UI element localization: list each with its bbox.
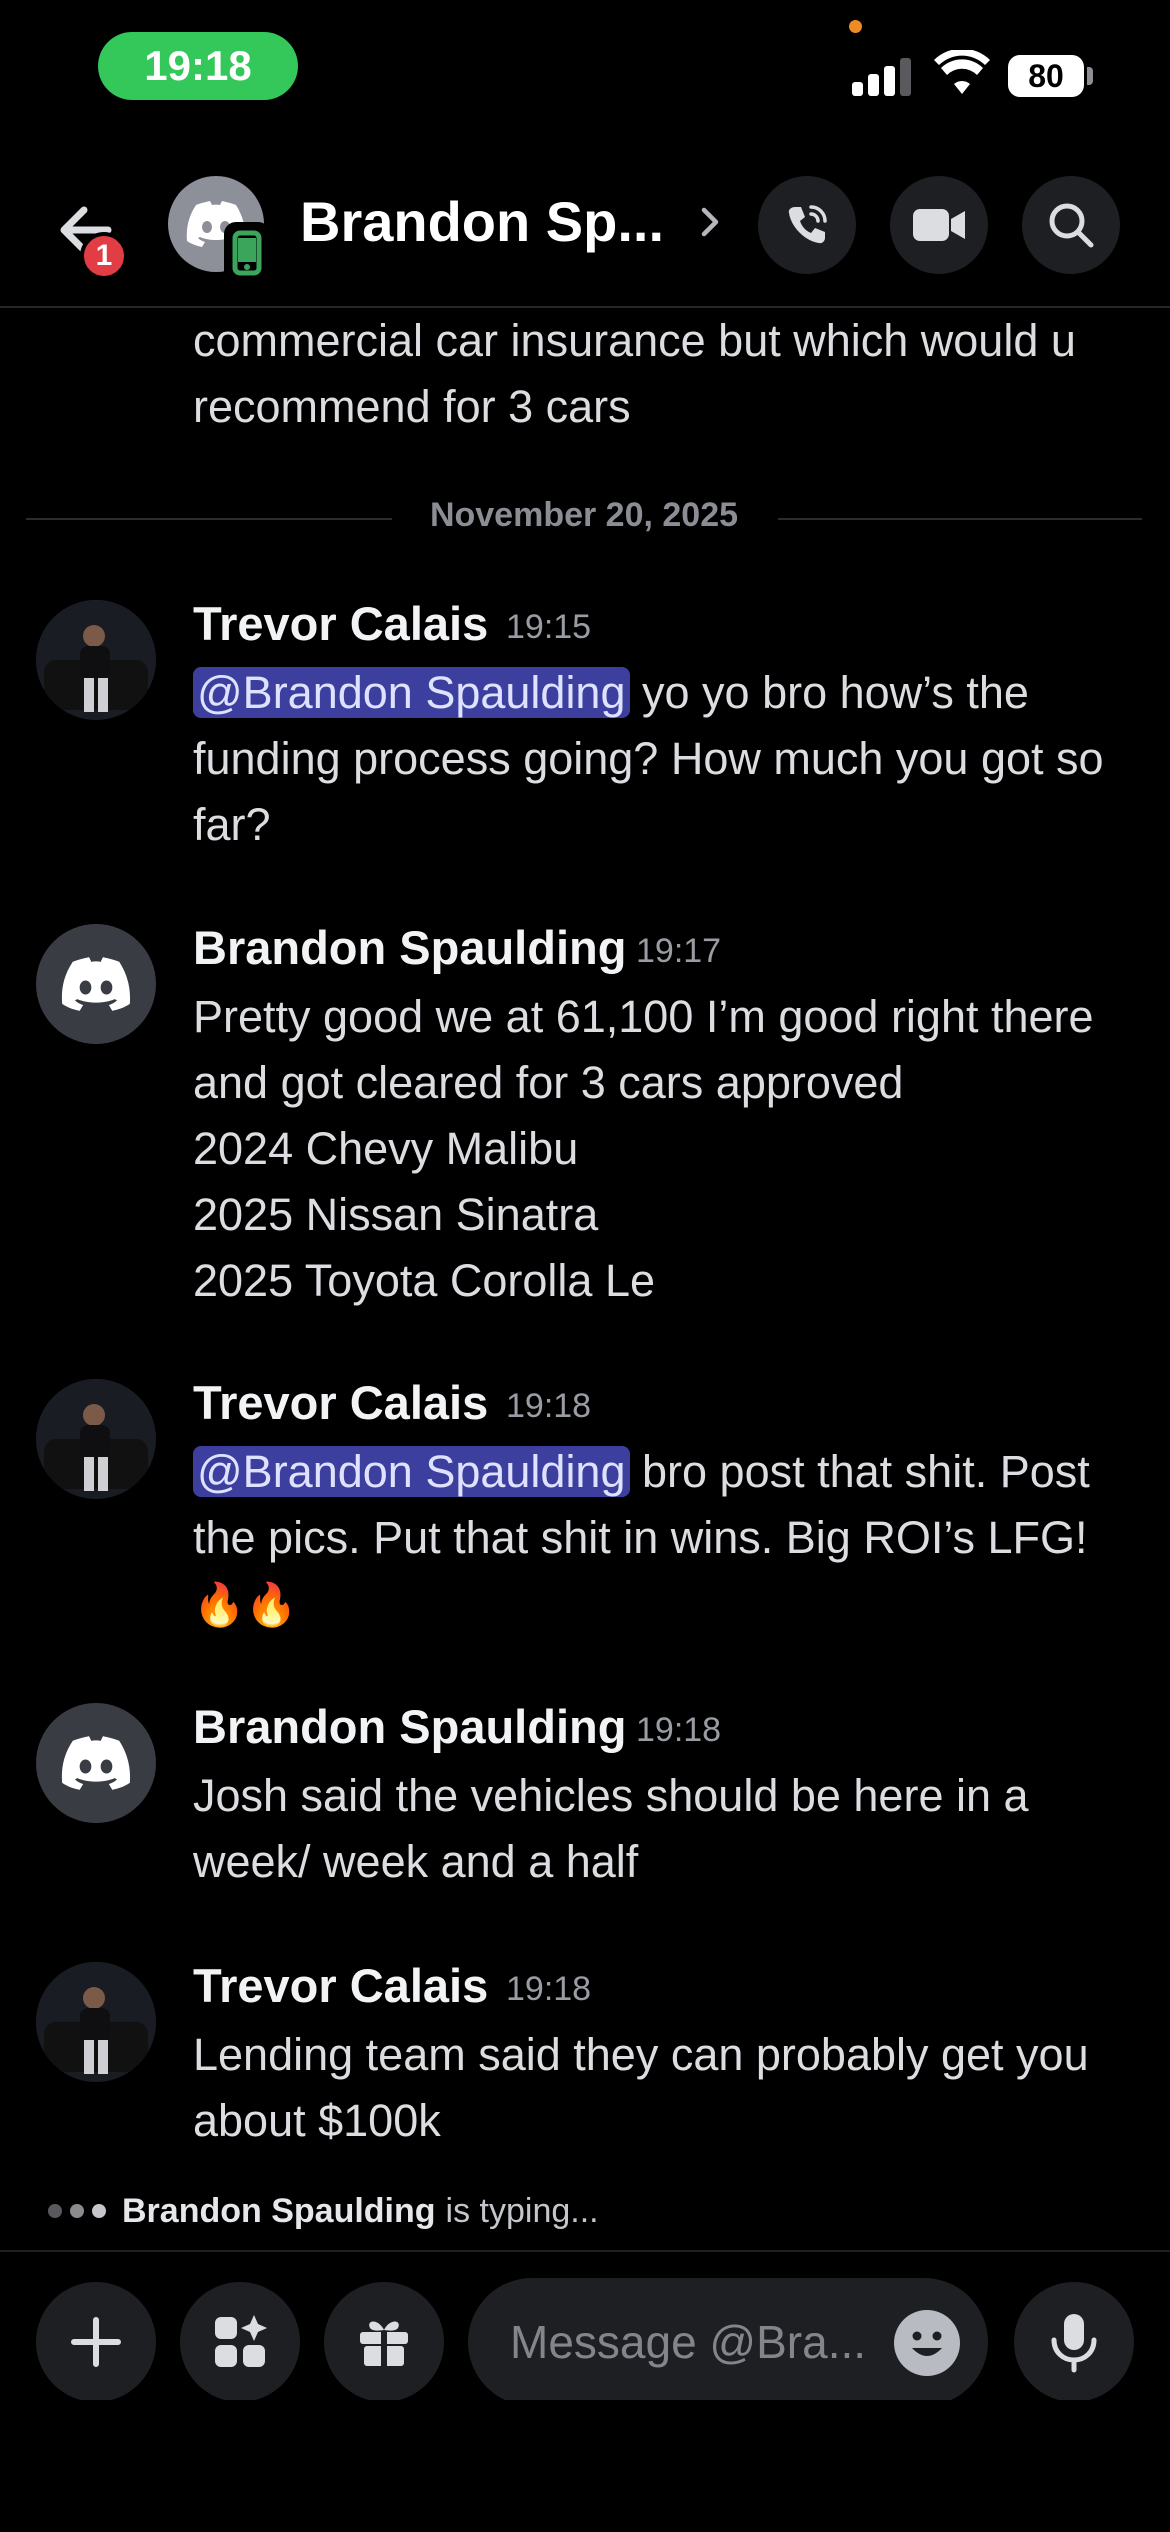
conversation-title[interactable]: Brandon Sp...	[300, 182, 670, 262]
gift-button[interactable]	[324, 2282, 444, 2402]
add-attachment-button[interactable]	[36, 2282, 156, 2402]
unread-badge: 1	[80, 232, 128, 280]
message-author[interactable]: Trevor Calais	[193, 1958, 488, 2013]
apps-icon	[215, 2315, 267, 2367]
user-mention[interactable]: @Brandon Spaulding	[193, 667, 630, 718]
message-author[interactable]: Brandon Spaulding	[193, 920, 626, 975]
status-time: 19:18	[98, 32, 298, 100]
avatar[interactable]	[36, 924, 156, 1044]
bottom-safe-area	[0, 2400, 1170, 2532]
message-author[interactable]: Trevor Calais	[193, 596, 488, 651]
message-content: @Brandon Spaulding bro post that shit. P…	[193, 1439, 1133, 1638]
search-icon	[1049, 203, 1094, 248]
mobile-status-badge	[224, 222, 270, 284]
typing-suffix: is typing...	[445, 2191, 599, 2230]
phone-call-icon	[788, 205, 827, 244]
avatar[interactable]	[36, 1703, 156, 1823]
typing-indicator: Brandon Spaulding is typing...	[48, 2186, 599, 2236]
discord-icon	[61, 1736, 131, 1790]
message-author[interactable]: Trevor Calais	[193, 1375, 488, 1430]
message-timestamp: 19:18	[506, 1387, 592, 1425]
previous-message-text: commercial car insurance but which would…	[193, 315, 1076, 432]
message-content: Pretty good we at 61,100 I’m good right …	[193, 984, 1133, 1314]
message-timestamp: 19:15	[506, 608, 592, 646]
message-timestamp: 19:17	[636, 932, 722, 970]
message-line: 2024 Chevy Malibu	[193, 1123, 579, 1174]
profile-photo	[36, 600, 156, 720]
voice-call-button[interactable]	[758, 176, 856, 274]
search-button[interactable]	[1022, 176, 1120, 274]
message-content: @Brandon Spaulding yo yo bro how’s the f…	[193, 660, 1133, 858]
profile-photo	[36, 1962, 156, 2082]
message-composer	[0, 2250, 1170, 2406]
gift-icon	[360, 2321, 408, 2366]
emoji-icon	[912, 2331, 942, 2356]
avatar[interactable]	[36, 1962, 156, 2082]
battery-tip	[1087, 67, 1093, 85]
video-call-button[interactable]	[890, 176, 988, 274]
user-mention[interactable]: @Brandon Spaulding	[193, 1446, 630, 1497]
voice-message-button[interactable]	[1014, 2282, 1134, 2402]
video-camera-icon	[913, 209, 965, 241]
typing-user: Brandon Spaulding	[122, 2191, 436, 2230]
message-line: 2025 Toyota Corolla Le	[193, 1255, 655, 1306]
message-timestamp: 19:18	[506, 1970, 592, 2008]
chevron-right-icon[interactable]	[696, 200, 726, 244]
divider-line-right	[778, 518, 1142, 520]
mobile-icon	[232, 230, 262, 276]
message-content: Lending team said they can probably get …	[193, 2029, 1089, 2146]
message-author[interactable]: Brandon Spaulding	[193, 1699, 626, 1754]
apps-button[interactable]	[180, 2282, 300, 2402]
dm-header: 1 Brandon Sp...	[0, 150, 1170, 308]
status-bar: 19:18 80	[0, 0, 1170, 150]
microphone-icon	[1051, 2314, 1097, 2373]
message-content: Josh said the vehicles should be here in…	[193, 1770, 1029, 1887]
avatar[interactable]	[36, 600, 156, 720]
date-label: November 20, 2025	[429, 496, 739, 534]
typing-dots-icon	[48, 2204, 106, 2218]
battery-indicator: 80	[1008, 55, 1084, 97]
avatar[interactable]	[36, 1379, 156, 1499]
discord-icon	[61, 957, 131, 1011]
message-timestamp: 19:18	[636, 1711, 722, 1749]
profile-photo	[36, 1379, 156, 1499]
plus-icon	[71, 2317, 121, 2367]
message-line: Pretty good we at 61,100 I’m good right …	[193, 991, 1094, 1108]
fire-emoji: 🔥🔥	[193, 1581, 298, 1628]
wifi-icon	[934, 50, 990, 94]
message-list[interactable]: commercial car insurance but which would…	[0, 308, 1170, 2250]
cellular-signal-icon	[852, 56, 914, 96]
date-divider: November 20, 2025	[26, 486, 1142, 550]
privacy-indicator-dot	[849, 20, 862, 33]
message-line: 2025 Nissan Sinatra	[193, 1189, 599, 1240]
emoji-button[interactable]	[894, 2310, 960, 2376]
